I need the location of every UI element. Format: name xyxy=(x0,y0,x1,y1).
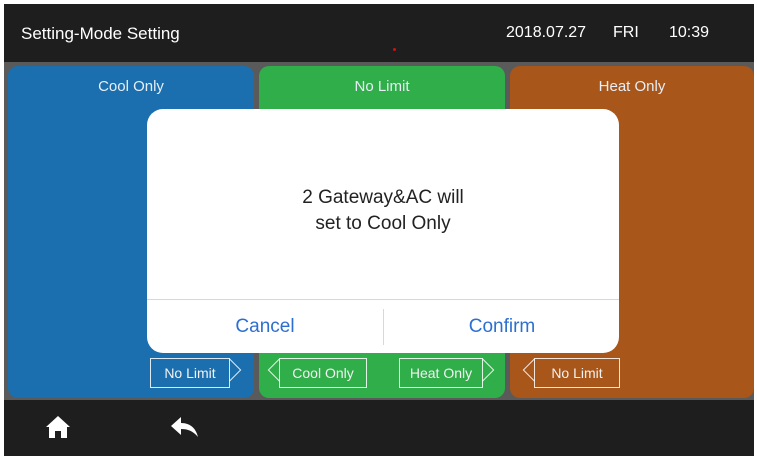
cancel-button[interactable]: Cancel xyxy=(147,300,383,353)
dialog-message-line2: set to Cool Only xyxy=(315,213,451,234)
confirm-dialog: 2 Gateway&AC will set to Cool Only Cance… xyxy=(147,109,619,353)
device-screen: Setting-Mode Setting 2018.07.27 FRI 10:3… xyxy=(4,4,754,456)
dialog-message-line1: 2 Gateway&AC will xyxy=(302,187,464,208)
confirm-button[interactable]: Confirm xyxy=(384,300,619,353)
dialog-message: 2 Gateway&AC will set to Cool Only xyxy=(147,185,619,237)
modal-overlay: 2 Gateway&AC will set to Cool Only Cance… xyxy=(4,4,754,456)
